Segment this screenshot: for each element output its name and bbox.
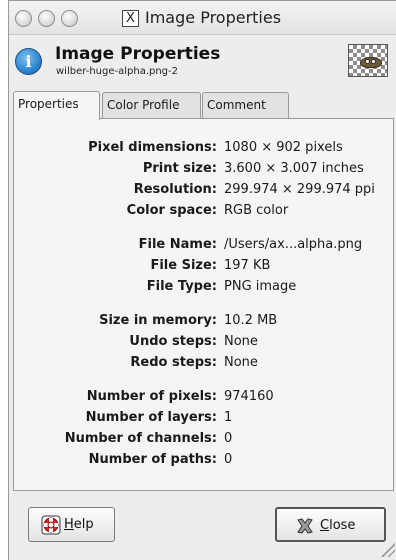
- tab-color-profile[interactable]: Color Profile: [102, 92, 201, 119]
- close-button[interactable]: Close: [275, 507, 386, 542]
- minimize-window-button[interactable]: [38, 10, 55, 27]
- file-type-value: PNG image: [224, 279, 297, 294]
- file-size-label: File Size:: [150, 258, 217, 273]
- number-of-layers-label: Number of layers:: [85, 410, 217, 425]
- property-row: Print size: 3.600 × 3.007 inches: [14, 161, 395, 179]
- redo-steps-value: None: [224, 355, 258, 370]
- property-row: Pixel dimensions: 1080 × 902 pixels: [14, 140, 395, 158]
- property-row: Size in memory: 10.2 MB: [14, 313, 395, 331]
- image-properties-dialog: X Image Properties i Image Properties wi…: [8, 0, 396, 560]
- title-bar[interactable]: X Image Properties: [9, 1, 396, 35]
- property-row: Resolution: 299.974 × 299.974 ppi: [14, 182, 395, 200]
- resolution-label: Resolution:: [133, 182, 217, 197]
- wilber-eye: [371, 59, 376, 64]
- size-in-memory-value: 10.2 MB: [224, 313, 278, 328]
- window-title: Image Properties: [145, 8, 282, 27]
- help-button[interactable]: Help: [28, 507, 115, 542]
- maximize-window-button[interactable]: [61, 10, 78, 27]
- file-name-value: /Users/ax...alpha.png: [224, 237, 363, 252]
- number-of-channels-label: Number of channels:: [64, 431, 217, 446]
- color-space-value: RGB color: [224, 203, 289, 218]
- color-space-label: Color space:: [126, 203, 217, 218]
- property-row: File Size: 197 KB: [14, 258, 395, 276]
- close-window-button[interactable]: [15, 10, 32, 27]
- pixel-dimensions-value: 1080 × 902 pixels: [224, 140, 343, 155]
- close-button-label: Close: [320, 518, 356, 533]
- number-of-paths-label: Number of paths:: [88, 452, 217, 467]
- undo-steps-label: Undo steps:: [129, 334, 217, 349]
- property-row: Undo steps: None: [14, 334, 395, 352]
- property-row: Number of channels: 0: [14, 431, 395, 449]
- info-icon: i: [15, 48, 42, 75]
- file-name-label: File Name:: [138, 237, 217, 252]
- number-of-pixels-value: 974160: [224, 389, 274, 404]
- number-of-layers-value: 1: [224, 410, 233, 425]
- undo-steps-value: None: [224, 334, 258, 349]
- property-row: File Type: PNG image: [14, 279, 395, 297]
- image-name: wilber-huge-alpha.png-2: [56, 66, 179, 77]
- file-type-label: File Type:: [146, 279, 217, 294]
- size-in-memory-label: Size in memory:: [99, 313, 217, 328]
- tab-properties[interactable]: Properties: [13, 91, 100, 120]
- property-row: Number of pixels: 974160: [14, 389, 395, 407]
- properties-panel: Pixel dimensions: 1080 × 902 pixels Prin…: [13, 118, 394, 491]
- property-row: Number of paths: 0: [14, 452, 395, 470]
- property-row: Redo steps: None: [14, 355, 395, 373]
- help-button-label: Help: [64, 517, 94, 532]
- print-size-value: 3.600 × 3.007 inches: [224, 161, 364, 176]
- property-row: Number of layers: 1: [14, 410, 395, 428]
- wilber-eye: [365, 59, 370, 64]
- property-row: Color space: RGB color: [14, 203, 395, 221]
- dialog-header: i Image Properties wilber-huge-alpha.png…: [9, 36, 396, 90]
- x-window-icon: X: [122, 10, 139, 27]
- file-size-value: 197 KB: [224, 258, 271, 273]
- image-thumbnail: [348, 44, 388, 77]
- number-of-pixels-label: Number of pixels:: [86, 389, 217, 404]
- redo-steps-label: Redo steps:: [130, 355, 217, 370]
- resolution-value: 299.974 × 299.974 ppi: [224, 182, 375, 197]
- pixel-dimensions-label: Pixel dimensions:: [88, 140, 217, 155]
- number-of-paths-value: 0: [224, 452, 233, 467]
- number-of-channels-value: 0: [224, 431, 233, 446]
- dialog-title: Image Properties: [55, 44, 221, 64]
- print-size-label: Print size:: [142, 161, 217, 176]
- close-x-icon: [297, 518, 313, 534]
- tab-comment[interactable]: Comment: [202, 92, 289, 119]
- property-row: File Name: /Users/ax...alpha.png: [14, 237, 395, 255]
- lifebuoy-icon: [41, 515, 61, 535]
- resize-grip[interactable]: [381, 543, 395, 557]
